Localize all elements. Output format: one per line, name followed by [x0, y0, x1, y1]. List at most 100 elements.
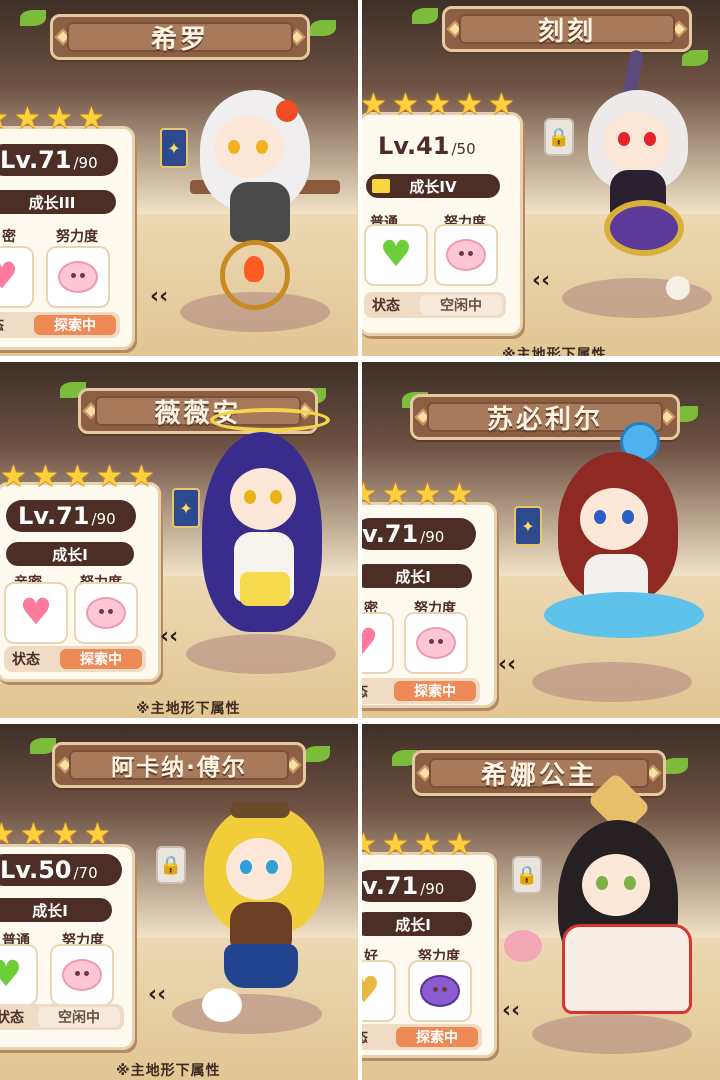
star-icon: ★	[0, 104, 12, 134]
star-icon: ★	[362, 87, 387, 122]
star-icon: ★	[96, 459, 123, 494]
character-sprite[interactable]	[542, 772, 712, 1034]
character-sprite[interactable]	[190, 402, 350, 662]
terrain-footnote: ※主地形下属性	[116, 1063, 221, 1079]
name-banner: 刻刻	[442, 6, 692, 52]
star-icon: ★	[488, 87, 515, 122]
character-panel-1[interactable]: 刻刻 ★ ★ ★ ★ ★ Lv.41/50 成长IV 普通 努力度 ♥ 状态 空闲中 🔒…	[362, 0, 720, 356]
effort-slot[interactable]	[46, 246, 110, 308]
chevron-left-icon[interactable]: ‹‹	[502, 998, 520, 1023]
star-icon: ★	[32, 459, 59, 494]
star-rating: ★ ★ ★ ★ ★	[362, 90, 518, 120]
status-bar: 状态 探索中	[4, 646, 146, 672]
character-panel-2[interactable]: 薇薇安 ★★★★★ Lv.71/90 成长I 亲密 努力度 ♥ 状态 探索中 ✦…	[0, 362, 358, 718]
chevron-left-icon[interactable]: ‹‹	[532, 268, 550, 293]
level-display: v.71/90	[362, 870, 476, 902]
star-icon: ★	[446, 477, 473, 512]
status-value: 空闲中	[420, 295, 502, 315]
character-panel-4[interactable]: 阿卡纳·傅尔 ★ ★ ★ ★ Lv.50/70 成长I 普通 努力度 ♥ 状态 空闲中…	[0, 724, 358, 1080]
level-display: v.71/90	[362, 518, 476, 550]
status-value: 探索中	[396, 1027, 478, 1047]
affinity-slot[interactable]: ♥	[0, 246, 34, 308]
status-value: 探索中	[60, 649, 142, 669]
character-sprite[interactable]	[534, 422, 714, 682]
status-value: 探索中	[394, 681, 476, 701]
star-rating: ★★★★	[362, 480, 476, 510]
status-value: 探索中	[34, 315, 116, 335]
star-icon: ★	[0, 817, 15, 852]
character-grid: 希罗 ★★★★ Lv.71/90 成长III 密 努力度 ♥ 态 探索中 ✦ ‹…	[0, 0, 720, 1080]
character-sprite[interactable]	[180, 70, 350, 320]
chevron-left-icon[interactable]: ‹‹	[160, 624, 178, 649]
effort-face-icon	[420, 975, 460, 1007]
effort-face-icon	[58, 261, 98, 293]
star-icon: ★	[446, 827, 473, 862]
status-bar: 状态 空闲中	[0, 1004, 124, 1030]
character-panel-0[interactable]: 希罗 ★★★★ Lv.71/90 成长III 密 努力度 ♥ 态 探索中 ✦ ‹…	[0, 0, 358, 356]
star-icon: ★	[78, 101, 105, 136]
growth-label: 成长I	[6, 542, 134, 566]
chevron-left-icon[interactable]: ‹‹	[148, 982, 166, 1007]
heart-icon: ♥	[0, 954, 23, 995]
star-icon: ★	[424, 87, 451, 122]
star-icon: ★	[456, 87, 483, 122]
effort-label: 努力度	[56, 229, 98, 245]
chevron-left-icon[interactable]: ‹‹	[498, 652, 516, 677]
status-bar: 态 探索中	[362, 678, 480, 704]
level-display: Lv.50/70	[0, 854, 122, 886]
star-icon: ★	[414, 477, 441, 512]
lock-icon[interactable]: 🔒	[544, 118, 574, 156]
affinity-slot[interactable]: ♥	[364, 224, 428, 286]
heart-icon: ♥	[379, 234, 413, 275]
star-rating: ★ ★ ★ ★ ★	[0, 462, 158, 492]
status-bar: 状态 空闲中	[364, 292, 506, 318]
character-name: 刻刻	[537, 16, 596, 47]
character-panel-5[interactable]: 希娜公主 ★★★★ v.71/90 成长I 好 努力度 ♥ 态 探索中 🔒 ‹‹	[362, 724, 720, 1080]
lock-icon[interactable]: 🔒	[156, 846, 186, 884]
star-icon: ★	[52, 817, 79, 852]
terrain-footnote: ※主地形下属性	[136, 701, 241, 717]
character-name: 希罗	[150, 24, 209, 55]
affinity-slot[interactable]: ♥	[362, 612, 394, 674]
star-icon: ★	[414, 827, 441, 862]
character-sprite[interactable]	[190, 794, 350, 1034]
terrain-footnote: ※主地形下属性	[502, 347, 607, 356]
effort-face-icon	[416, 627, 456, 659]
lock-icon[interactable]: 🔒	[512, 856, 542, 894]
star-icon: ★	[64, 459, 91, 494]
status-value: 空闲中	[38, 1007, 120, 1027]
star-icon: ★	[84, 817, 111, 852]
effort-slot[interactable]	[434, 224, 498, 286]
name-banner: 希罗	[50, 14, 310, 60]
star-icon: ★	[46, 101, 73, 136]
level-display: Lv.71/90	[6, 500, 136, 532]
growth-progress-bar	[372, 179, 390, 193]
character-name: 阿卡纳·傅尔	[111, 755, 247, 781]
effort-face-icon	[86, 597, 126, 629]
effort-face-icon	[62, 959, 102, 991]
heart-icon: ♥	[19, 592, 53, 633]
affinity-slot[interactable]: ♥	[0, 944, 38, 1006]
star-icon: ★	[382, 477, 409, 512]
growth-label: 成长I	[0, 898, 112, 922]
star-icon: ★	[392, 87, 419, 122]
level-display: Lv.71/90	[0, 144, 118, 176]
growth-label: 成长III	[0, 190, 116, 214]
effort-slot[interactable]	[408, 960, 472, 1022]
heart-icon: ♥	[362, 970, 381, 1011]
status-bar: 态 探索中	[0, 312, 120, 338]
affinity-label: 密	[2, 229, 16, 245]
name-banner: 阿卡纳·傅尔	[52, 742, 306, 788]
chevron-left-icon[interactable]: ‹‹	[150, 284, 168, 309]
heart-icon: ♥	[362, 625, 378, 661]
status-bar: 态 探索中	[362, 1024, 482, 1050]
effort-slot[interactable]	[404, 612, 468, 674]
character-sprite[interactable]	[574, 49, 714, 300]
growth-label: 成长I	[362, 564, 472, 588]
star-icon: ★	[128, 459, 155, 494]
affinity-slot[interactable]: ♥	[362, 960, 396, 1022]
effort-slot[interactable]	[74, 582, 138, 644]
character-panel-3[interactable]: 苏必利尔 ★★★★ v.71/90 成长I 密 努力度 ♥ 态 探索中 ✦ ‹‹	[362, 362, 720, 718]
effort-slot[interactable]	[50, 944, 114, 1006]
affinity-slot[interactable]: ♥	[4, 582, 68, 644]
